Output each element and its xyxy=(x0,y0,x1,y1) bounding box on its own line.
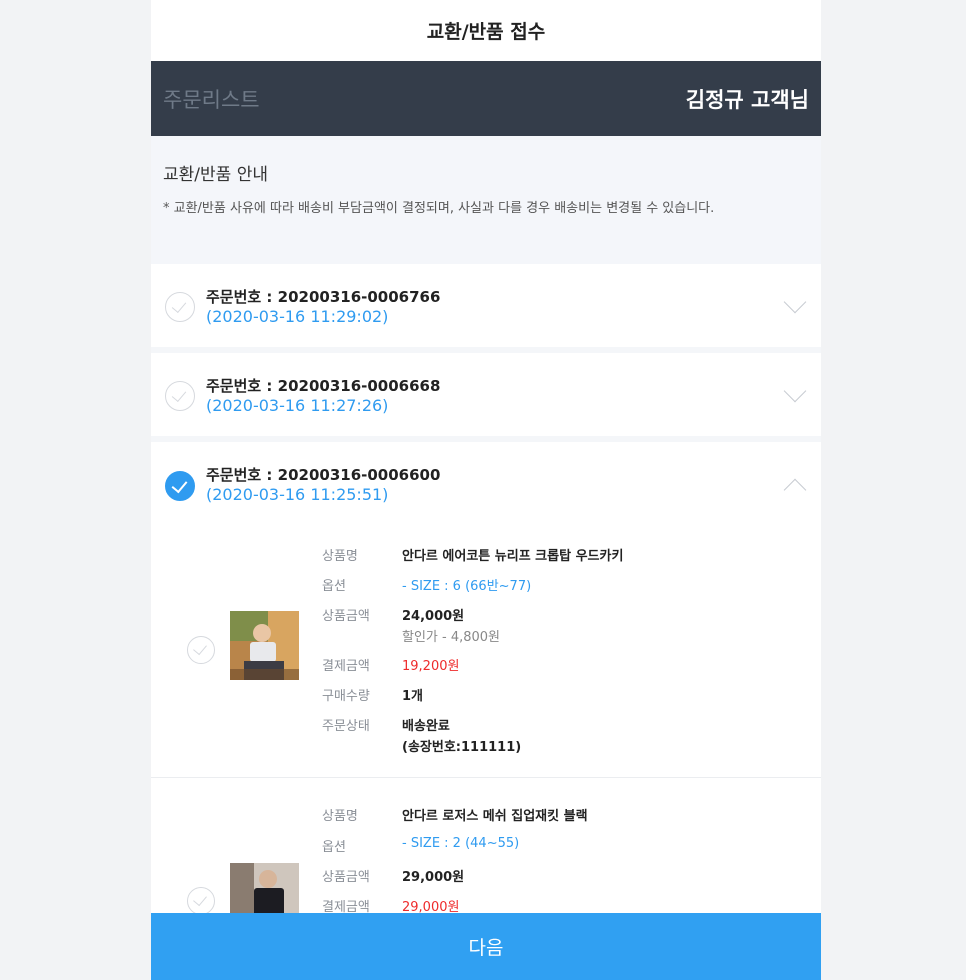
option-label: 옵션 xyxy=(322,840,346,855)
price-amount: 24,000원 xyxy=(402,609,465,624)
order-number: 주문번호 : 20200316-0006600 xyxy=(206,466,441,484)
price-label: 상품금액 xyxy=(322,609,370,624)
order-list-header: 주문리스트 김정규 고객님 xyxy=(151,61,821,136)
chevron-up-icon[interactable] xyxy=(783,478,807,502)
price-row: 상품금액 24,000원 할인가 - 4,800원 xyxy=(322,605,500,645)
order-date: (2020-03-16 11:29:02) xyxy=(206,307,389,326)
order-list-label: 주문리스트 xyxy=(163,87,260,112)
chevron-down-icon[interactable] xyxy=(783,290,807,314)
customer-name: 김정규 고객님 xyxy=(685,87,809,112)
option-value: - SIZE : 2 (44~55) xyxy=(402,836,520,851)
product-item: 상품명 안다르 에어코튼 뉴리프 크롭탑 우드카키 옵션 - SIZE : 6 … xyxy=(151,526,821,777)
next-button[interactable]: 다음 xyxy=(151,913,821,980)
order-number: 주문번호 : 20200316-0006766 xyxy=(206,288,441,306)
price-value: 24,000원 할인가 - 4,800원 xyxy=(402,605,500,645)
option-row: 옵션 - SIZE : 2 (44~55) xyxy=(322,836,519,855)
tracking-number: (송장번호:111111) xyxy=(402,740,522,755)
top-bar: 교환/반품 접수 xyxy=(151,0,821,61)
return-notice: 교환/반품 안내 * 교환/반품 사유에 따라 배송비 부담금액이 결정되며, … xyxy=(151,136,821,264)
price-label: 상품금액 xyxy=(322,870,370,885)
order-item[interactable]: 주문번호 : 20200316-0006668 (2020-03-16 11:2… xyxy=(151,353,821,436)
quantity-label: 구매수량 xyxy=(322,689,370,704)
status-text: 배송완료 xyxy=(402,719,450,734)
chevron-down-icon[interactable] xyxy=(783,379,807,403)
notice-text: * 교환/반품 사유에 따라 배송비 부담금액이 결정되며, 사실과 다를 경우… xyxy=(163,201,715,216)
next-button-label: 다음 xyxy=(468,938,504,959)
quantity-row: 구매수량 1개 xyxy=(322,685,423,704)
status-row: 주문상태 배송완료 (송장번호:111111) xyxy=(322,715,521,755)
product-name-row: 상품명 안다르 에어코튼 뉴리프 크롭탑 우드카키 xyxy=(322,545,623,564)
order-check-selected-icon[interactable] xyxy=(165,471,195,501)
notice-title: 교환/반품 안내 xyxy=(163,165,268,185)
product-name: 안다르 에어코튼 뉴리프 크롭탑 우드카키 xyxy=(402,549,624,564)
app-screen: 교환/반품 접수 주문리스트 김정규 고객님 교환/반품 안내 * 교환/반품 … xyxy=(151,0,821,980)
payment-row: 결제금액 19,200원 xyxy=(322,655,459,674)
product-name-row: 상품명 안다르 로저스 메쉬 집업재킷 블랙 xyxy=(322,805,588,824)
quantity-value: 1개 xyxy=(402,689,424,704)
payment-label: 결제금액 xyxy=(322,659,370,674)
page-title: 교환/반품 접수 xyxy=(426,21,546,43)
product-name: 안다르 로저스 메쉬 집업재킷 블랙 xyxy=(402,809,588,824)
order-item-expanded[interactable]: 주문번호 : 20200316-0006600 (2020-03-16 11:2… xyxy=(151,442,821,526)
order-date: (2020-03-16 11:25:51) xyxy=(206,485,389,504)
option-value: - SIZE : 6 (66반~77) xyxy=(402,579,532,594)
status-label: 주문상태 xyxy=(322,719,370,734)
status-value: 배송완료 (송장번호:111111) xyxy=(402,715,521,755)
product-name-label: 상품명 xyxy=(322,549,358,564)
order-check-icon[interactable] xyxy=(165,381,195,411)
product-check-icon[interactable] xyxy=(187,636,215,664)
product-name-label: 상품명 xyxy=(322,809,358,824)
order-date: (2020-03-16 11:27:26) xyxy=(206,396,389,415)
price-row: 상품금액 29,000원 xyxy=(322,866,464,885)
discount-value: 할인가 - 4,800원 xyxy=(402,630,501,645)
product-photo-icon xyxy=(230,611,299,680)
price-amount: 29,000원 xyxy=(402,870,465,885)
option-row: 옵션 - SIZE : 6 (66반~77) xyxy=(322,575,531,594)
order-item[interactable]: 주문번호 : 20200316-0006766 (2020-03-16 11:2… xyxy=(151,264,821,347)
product-item: 상품명 안다르 로저스 메쉬 집업재킷 블랙 옵션 - SIZE : 2 (44… xyxy=(151,778,821,932)
order-check-icon[interactable] xyxy=(165,292,195,322)
order-number: 주문번호 : 20200316-0006668 xyxy=(206,377,441,395)
option-label: 옵션 xyxy=(322,579,346,594)
product-check-icon[interactable] xyxy=(187,887,215,915)
payment-value: 19,200원 xyxy=(402,659,460,674)
